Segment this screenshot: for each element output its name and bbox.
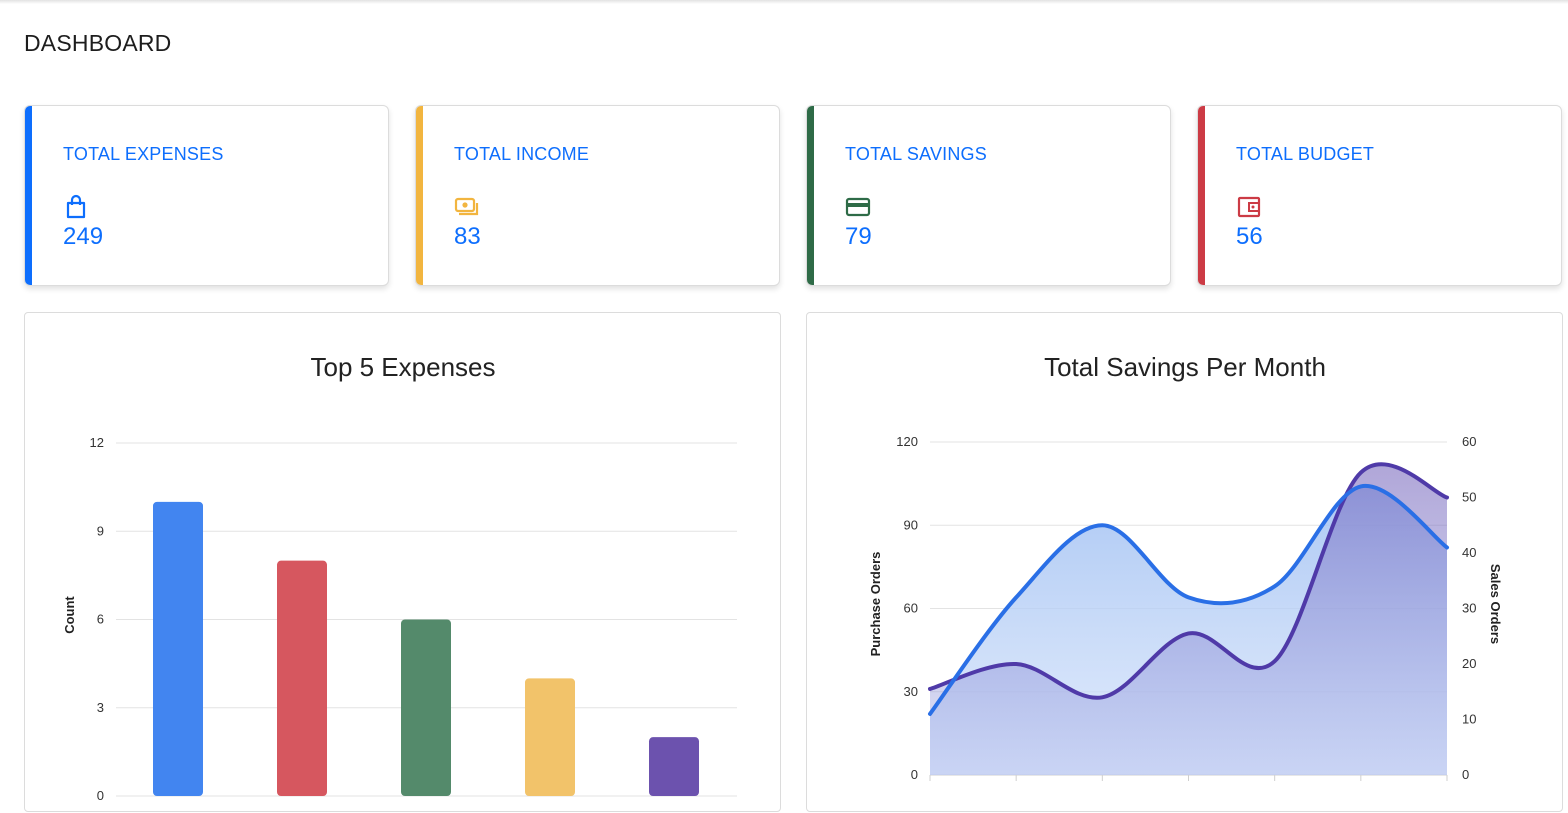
y-tick-label-left: 90	[904, 517, 918, 532]
wallet-icon	[1237, 196, 1261, 218]
y-tick-label-right: 40	[1462, 545, 1476, 560]
y-tick-label-right: 0	[1462, 767, 1469, 782]
y-tick-label-left: 60	[904, 601, 918, 616]
savings-per-month-chart: Total Savings Per Month Purchase Orders …	[868, 352, 1503, 782]
card-label: TOTAL EXPENSES	[63, 144, 224, 164]
y-tick-label-left: 120	[896, 434, 918, 449]
y-tick-label: 0	[97, 788, 104, 803]
page-title: DASHBOARD	[24, 30, 172, 56]
card-total-budget[interactable]: TOTAL BUDGET 56	[1197, 105, 1562, 286]
bar	[153, 501, 203, 796]
card-total-savings[interactable]: TOTAL SAVINGS 79	[806, 105, 1171, 286]
y-tick-label: 6	[97, 612, 104, 627]
card-value: 56	[1236, 223, 1263, 250]
top-expenses-chart-panel: Top 5 Expenses Count 0 3 6 9 12	[24, 312, 781, 812]
y-tick-label: 9	[97, 523, 104, 538]
card-value: 83	[454, 223, 481, 250]
bar	[277, 560, 327, 796]
bar	[649, 737, 699, 796]
y-tick-label-right: 30	[1462, 601, 1476, 616]
y-tick-label-right: 10	[1462, 712, 1476, 727]
card-total-expenses[interactable]: TOTAL EXPENSES 249	[24, 105, 389, 286]
y-axis-label-left: Purchase Orders	[868, 552, 883, 657]
y-tick-label: 12	[90, 435, 104, 450]
card-accent	[416, 106, 423, 285]
y-tick-label-right: 60	[1462, 434, 1476, 449]
credit-card-icon	[845, 197, 871, 217]
card-accent	[1198, 106, 1205, 285]
card-total-income[interactable]: TOTAL INCOME 83	[415, 105, 780, 286]
bar	[401, 619, 451, 796]
chart-title: Top 5 Expenses	[310, 352, 495, 382]
card-accent	[807, 106, 814, 285]
y-tick-label-right: 20	[1462, 656, 1476, 671]
y-tick-label: 3	[97, 700, 104, 715]
y-tick-label-left: 0	[911, 767, 918, 782]
card-accent	[25, 106, 32, 285]
y-tick-label-left: 30	[904, 684, 918, 699]
chart-title: Total Savings Per Month	[1044, 352, 1326, 382]
card-value: 249	[63, 223, 104, 250]
cash-stack-icon	[454, 197, 479, 216]
card-value: 79	[845, 223, 872, 250]
savings-per-month-chart-panel: Total Savings Per Month Purchase Orders …	[806, 312, 1563, 812]
y-axis-label-right: Sales Orders	[1488, 564, 1503, 644]
shopping-bag-icon	[66, 194, 86, 219]
y-axis-label: Count	[62, 596, 77, 634]
card-label: TOTAL INCOME	[454, 144, 590, 164]
top-expenses-chart: Top 5 Expenses Count 0 3 6 9 12	[62, 352, 737, 803]
top-bar-shadow	[0, 0, 1568, 4]
y-tick-label-right: 50	[1462, 490, 1476, 505]
card-label: TOTAL SAVINGS	[845, 144, 987, 164]
bar	[525, 678, 575, 796]
card-label: TOTAL BUDGET	[1236, 144, 1375, 164]
